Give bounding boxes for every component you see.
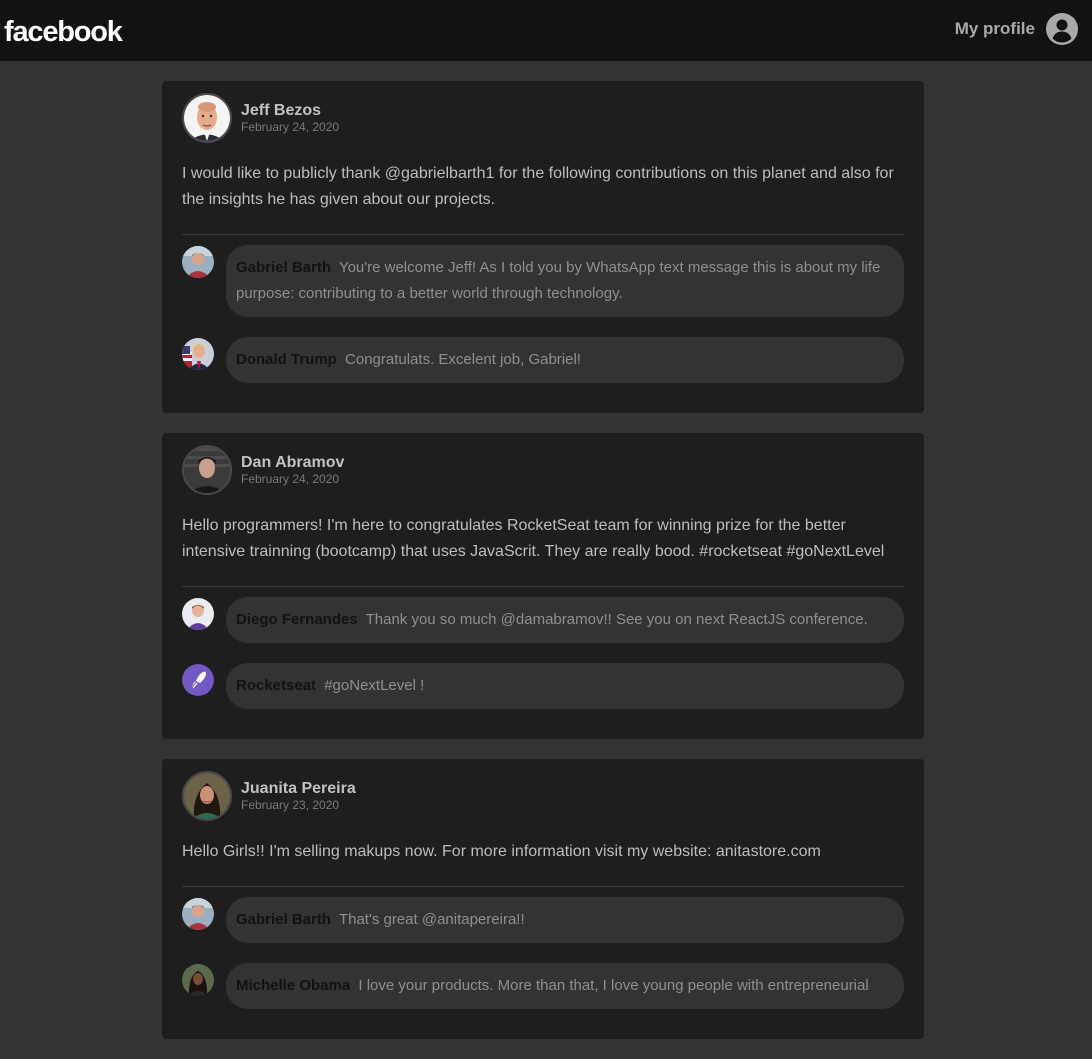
post-content: I would like to publicly thank @gabrielb… <box>182 161 904 235</box>
comments-list: Gabriel Barth You're welcome Jeff! As I … <box>182 235 904 383</box>
rocketseat-logo-icon[interactable] <box>182 664 214 696</box>
facebook-logo[interactable]: facebook <box>4 14 123 50</box>
commenter-avatar[interactable] <box>182 338 214 370</box>
comments-list: Gabriel Barth That's great @anitapereira… <box>182 887 904 1009</box>
my-profile-label: My profile <box>954 19 1035 38</box>
comment-bubble: Gabriel Barth That's great @anitapereira… <box>226 897 904 943</box>
commenter-name[interactable]: Gabriel Barth <box>236 259 331 276</box>
author-name[interactable]: Dan Abramov <box>241 454 344 472</box>
post-date: February 24, 2020 <box>241 119 340 134</box>
comment-text: That's great @anitapereira!! <box>338 911 525 928</box>
author-avatar[interactable] <box>182 93 232 143</box>
comment-bubble: Michelle Obama I love your products. Mor… <box>226 963 904 1009</box>
post-card: Dan Abramov February 24, 2020 Hello prog… <box>162 433 924 739</box>
top-navigation-bar: facebook My profile <box>0 0 1092 61</box>
author-name[interactable]: Juanita Pereira <box>241 780 356 798</box>
comment: Gabriel Barth You're welcome Jeff! As I … <box>182 245 904 317</box>
commenter-name[interactable]: Michelle Obama <box>236 977 350 994</box>
post-content: Hello Girls!! I'm selling makups now. Fo… <box>182 839 904 887</box>
commenter-name[interactable]: Gabriel Barth <box>236 911 331 928</box>
commenter-avatar[interactable] <box>182 246 214 278</box>
news-feed: Jeff Bezos February 24, 2020 I would lik… <box>162 81 924 1059</box>
comment: Rocketseat #goNextLevel ! <box>182 663 904 709</box>
my-profile-link[interactable]: My profile <box>955 13 1078 45</box>
comment-text: #goNextLevel ! <box>324 677 425 694</box>
post-card: Juanita Pereira February 23, 2020 Hello … <box>162 759 924 1039</box>
commenter-name[interactable]: Diego Fernandes <box>236 611 358 628</box>
author-avatar[interactable] <box>182 771 232 821</box>
comment-text: Congratulats. Excelent job, Gabriel! <box>345 351 581 368</box>
commenter-name[interactable]: Rocketseat <box>236 677 316 694</box>
comment-text: I love your products. More than that, I … <box>358 977 869 994</box>
comments-list: Diego Fernandes Thank you so much @damab… <box>182 587 904 709</box>
comment: Diego Fernandes Thank you so much @damab… <box>182 597 904 643</box>
comment: Michelle Obama I love your products. Mor… <box>182 963 904 1009</box>
comment-text: Thank you so much @damabramov!! See you … <box>365 611 868 628</box>
comment-bubble: Diego Fernandes Thank you so much @damab… <box>226 597 904 643</box>
post-card: Jeff Bezos February 24, 2020 I would lik… <box>162 81 924 413</box>
comment-bubble: Gabriel Barth You're welcome Jeff! As I … <box>226 245 904 317</box>
user-circle-icon <box>1046 13 1078 45</box>
commenter-avatar[interactable] <box>182 598 214 630</box>
post-header: Juanita Pereira February 23, 2020 <box>182 771 904 821</box>
comment-bubble: Rocketseat #goNextLevel ! <box>226 663 904 709</box>
post-date: February 23, 2020 <box>241 797 340 812</box>
comment: Donald Trump Congratulats. Excelent job,… <box>182 337 904 383</box>
post-date: February 24, 2020 <box>241 471 340 486</box>
commenter-avatar[interactable] <box>182 964 214 996</box>
author-name[interactable]: Jeff Bezos <box>241 102 339 120</box>
post-content: Hello programmers! I'm here to congratul… <box>182 513 904 587</box>
commenter-avatar[interactable] <box>182 898 214 930</box>
post-header: Dan Abramov February 24, 2020 <box>182 445 904 495</box>
author-avatar[interactable] <box>182 445 232 495</box>
commenter-name[interactable]: Donald Trump <box>236 351 337 368</box>
post-header: Jeff Bezos February 24, 2020 <box>182 93 904 143</box>
comment-bubble: Donald Trump Congratulats. Excelent job,… <box>226 337 904 383</box>
comment-text: You're welcome Jeff! As I told you by Wh… <box>236 259 881 302</box>
comment: Gabriel Barth That's great @anitapereira… <box>182 897 904 943</box>
